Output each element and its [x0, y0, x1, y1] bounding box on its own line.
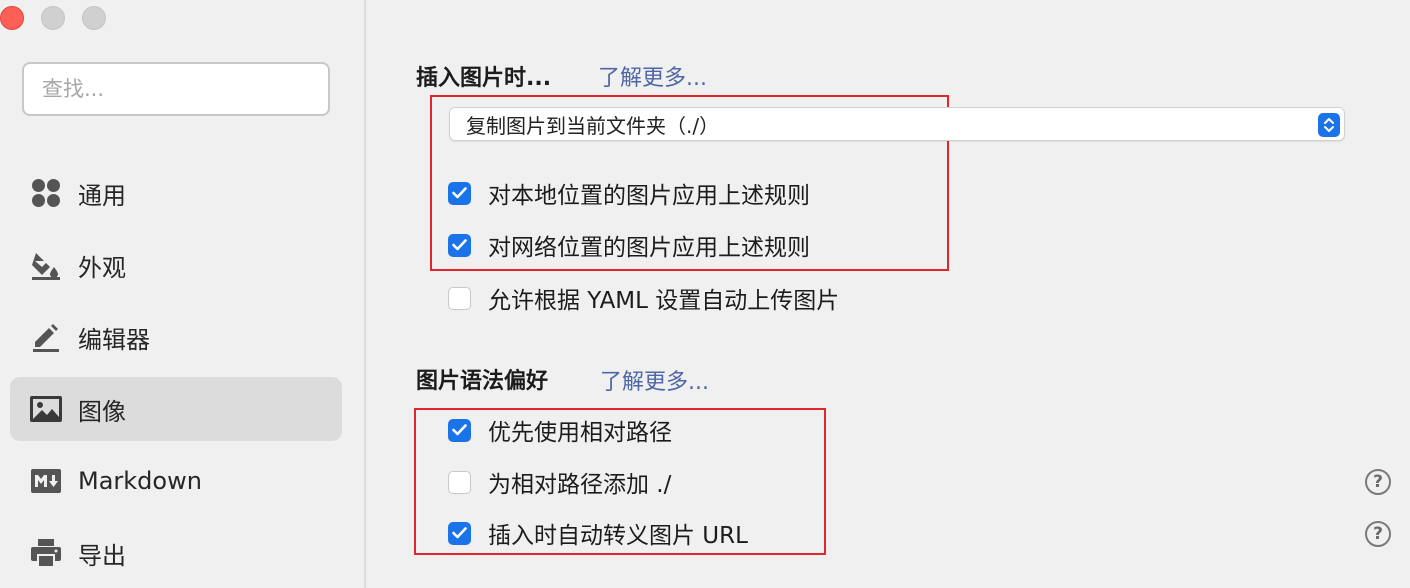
local-images-checkbox[interactable] — [448, 181, 471, 205]
search-field[interactable] — [22, 62, 330, 116]
markdown-icon — [28, 463, 64, 499]
option-label: 为相对路径添加 ./ — [488, 472, 672, 498]
add-dot-slash-help-icon[interactable]: ? — [1365, 469, 1391, 495]
image-icon — [28, 391, 64, 427]
sidebar-item-label: 图像 — [78, 397, 126, 426]
sidebar-item-general[interactable]: 通用 — [10, 161, 342, 225]
select-stepper-icon — [1318, 113, 1340, 137]
sidebar-item-label: Markdown — [78, 467, 202, 495]
image-insert-action-select[interactable]: 复制图片到当前文件夹（./） — [449, 107, 1345, 141]
option-label: 优先使用相对路径 — [488, 420, 672, 446]
sidebar-item-label: 导出 — [78, 541, 126, 570]
sidebar-item-markdown[interactable]: Markdown — [10, 449, 342, 513]
paint-bucket-icon — [28, 247, 64, 283]
zoom-window-button[interactable] — [82, 6, 106, 30]
printer-icon — [28, 535, 64, 571]
option-label: 插入时自动转义图片 URL — [488, 523, 748, 549]
sidebar-item-appearance[interactable]: 外观 — [10, 233, 342, 297]
syntax-section-title: 图片语法偏好 — [416, 369, 549, 394]
sidebar-item-label: 外观 — [78, 253, 126, 282]
sidebar-item-label: 通用 — [78, 181, 126, 210]
sidebar-item-editor[interactable]: 编辑器 — [10, 305, 342, 369]
insert-learn-more-link[interactable]: 了解更多... — [598, 60, 707, 92]
prefer-relative-path-checkbox[interactable] — [448, 418, 471, 442]
minimize-window-button[interactable] — [41, 6, 65, 30]
syntax-learn-more-link[interactable]: 了解更多... — [600, 364, 709, 396]
prefer-relative-path-option[interactable]: 优先使用相对路径 — [448, 415, 672, 446]
search-input[interactable] — [42, 77, 310, 101]
option-label: 对网络位置的图片应用上述规则 — [488, 235, 810, 261]
add-dot-slash-checkbox[interactable] — [448, 470, 471, 494]
sidebar-item-label: 编辑器 — [78, 325, 150, 354]
sidebar-item-export[interactable]: 导出 — [10, 521, 342, 585]
apps-icon — [28, 175, 64, 211]
option-label: 允许根据 YAML 设置自动上传图片 — [488, 288, 840, 314]
escape-url-option[interactable]: 插入时自动转义图片 URL — [448, 518, 748, 549]
yaml-upload-checkbox[interactable] — [448, 286, 471, 310]
add-dot-slash-option[interactable]: 为相对路径添加 ./ — [448, 467, 672, 498]
yaml-upload-option[interactable]: 允许根据 YAML 设置自动上传图片 — [448, 283, 840, 314]
local-images-option[interactable]: 对本地位置的图片应用上述规则 — [448, 178, 810, 209]
network-images-option[interactable]: 对网络位置的图片应用上述规则 — [448, 230, 810, 261]
close-window-button[interactable] — [0, 6, 24, 30]
window-controls — [0, 6, 106, 30]
option-label: 对本地位置的图片应用上述规则 — [488, 183, 810, 209]
sidebar-item-image[interactable]: 图像 — [10, 377, 342, 441]
escape-url-checkbox[interactable] — [448, 521, 471, 545]
insert-section-title: 插入图片时... — [416, 66, 552, 91]
sidebar: 通用 外观 编辑器 — [0, 0, 366, 588]
pencil-icon — [28, 319, 64, 355]
network-images-checkbox[interactable] — [448, 233, 471, 257]
escape-url-help-icon[interactable]: ? — [1365, 521, 1391, 547]
select-value: 复制图片到当前文件夹（./） — [466, 113, 720, 138]
